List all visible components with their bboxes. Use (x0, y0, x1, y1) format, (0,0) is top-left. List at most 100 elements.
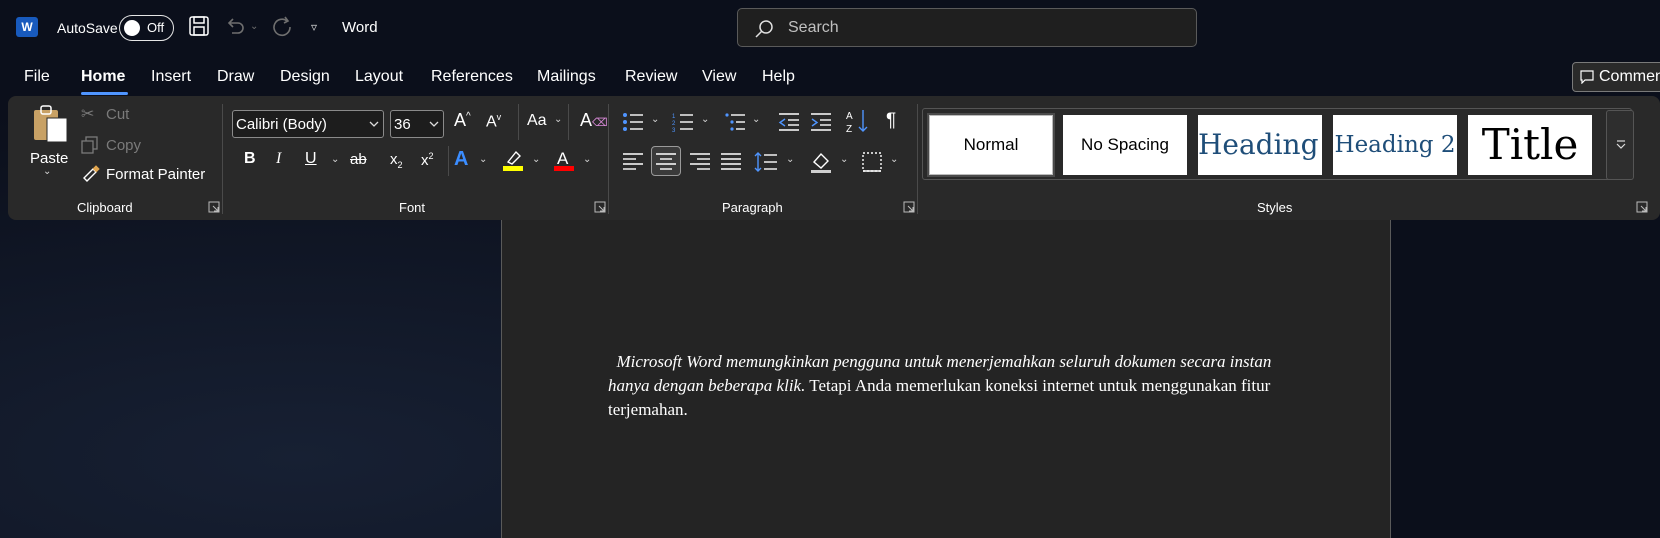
tab-home[interactable]: Home (81, 68, 125, 86)
show-formatting-marks-icon[interactable]: ¶ (886, 110, 896, 132)
svg-text:1: 1 (672, 114, 676, 120)
ribbon-tabs: File Home Insert Draw Design Layout Refe… (0, 62, 1570, 95)
underline-icon[interactable]: U (305, 150, 317, 168)
borders-icon[interactable] (862, 152, 882, 172)
superscript-icon[interactable]: x2 (421, 151, 434, 169)
sort-icon[interactable]: A Z (846, 108, 870, 134)
tab-review[interactable]: Review (625, 68, 677, 86)
change-case-dropdown-icon[interactable]: ⌄ (554, 114, 562, 125)
justify-icon[interactable] (720, 152, 742, 172)
tab-references[interactable]: References (431, 68, 513, 86)
text-effects-icon[interactable]: A (454, 148, 468, 171)
svg-text:Z: Z (846, 124, 852, 134)
strikethrough-icon[interactable]: ab (350, 151, 367, 168)
tab-file[interactable]: File (24, 68, 50, 86)
app-name: Word (342, 19, 378, 36)
autosave-state: Off (147, 20, 165, 35)
group-separator (608, 104, 609, 214)
comments-button[interactable]: Comments (1572, 62, 1660, 92)
font-size-select[interactable]: 36 (390, 110, 444, 138)
numbering-dropdown-icon[interactable]: ⌄ (701, 114, 709, 125)
format-painter-button[interactable]: Format Painter (106, 166, 205, 183)
group-separator (222, 104, 223, 214)
chevron-down-icon (369, 121, 379, 127)
paste-icon[interactable] (32, 104, 70, 144)
comments-label: Comments (1599, 68, 1660, 85)
divider (568, 104, 569, 140)
shrink-font-icon[interactable]: Av (486, 112, 501, 131)
align-center-button[interactable] (651, 146, 681, 176)
svg-text:A: A (846, 111, 853, 122)
decrease-indent-icon[interactable] (778, 112, 800, 132)
document-paragraph[interactable]: Microsoft Word memungkinkan pengguna unt… (608, 350, 1278, 422)
font-color-icon[interactable]: A (553, 148, 575, 172)
multilevel-list-icon[interactable] (724, 112, 746, 132)
multilevel-dropdown-icon[interactable]: ⌄ (752, 114, 760, 125)
copy-button[interactable]: Copy (106, 137, 141, 154)
tab-draw[interactable]: Draw (217, 68, 254, 86)
group-separator (917, 104, 918, 214)
tab-view[interactable]: View (702, 68, 736, 86)
grow-font-icon[interactable]: A^ (454, 110, 471, 131)
subscript-icon[interactable]: x2 (390, 151, 403, 170)
borders-dropdown-icon[interactable]: ⌄ (890, 154, 898, 165)
font-launcher-icon[interactable] (594, 201, 606, 213)
comment-icon (1580, 70, 1594, 84)
svg-text:A: A (557, 149, 569, 168)
search-input[interactable] (788, 17, 1168, 39)
chevron-down-icon (429, 121, 439, 127)
svg-text:3: 3 (672, 128, 676, 132)
paste-label[interactable]: Paste (30, 150, 68, 167)
search-box[interactable] (737, 8, 1197, 47)
clipboard-group-label: Clipboard (77, 200, 133, 215)
text-effects-dropdown-icon[interactable]: ⌄ (479, 154, 487, 165)
paste-dropdown-icon[interactable]: ⌄ (43, 166, 51, 177)
bullets-icon[interactable] (622, 112, 644, 132)
save-icon[interactable] (188, 15, 210, 37)
tab-design[interactable]: Design (280, 68, 330, 86)
bullets-dropdown-icon[interactable]: ⌄ (651, 114, 659, 125)
font-name-select[interactable]: Calibri (Body) (232, 110, 384, 138)
redo-icon[interactable] (272, 15, 294, 37)
font-size-value: 36 (394, 116, 411, 133)
shading-dropdown-icon[interactable]: ⌄ (840, 154, 848, 165)
underline-dropdown-icon[interactable]: ⌄ (331, 154, 339, 165)
svg-text:2: 2 (672, 121, 676, 127)
line-spacing-dropdown-icon[interactable]: ⌄ (786, 154, 794, 165)
autosave-label: AutoSave (57, 20, 118, 36)
highlight-dropdown-icon[interactable]: ⌄ (532, 154, 540, 165)
toggle-knob (124, 20, 140, 36)
word-logo-icon: W (16, 17, 38, 37)
clear-formatting-icon[interactable]: A⌫ (580, 110, 608, 131)
tab-help[interactable]: Help (762, 68, 795, 86)
document-page[interactable]: Microsoft Word memungkinkan pengguna unt… (501, 220, 1391, 538)
increase-indent-icon[interactable] (810, 112, 832, 132)
align-left-icon[interactable] (622, 152, 644, 172)
customize-toolbar-icon[interactable]: ▿ (311, 20, 317, 34)
title-bar: W AutoSave Off ⌄ ▿ Word (0, 0, 1660, 56)
undo-dropdown-icon[interactable]: ⌄ (250, 21, 258, 32)
highlight-icon[interactable] (502, 148, 524, 172)
paragraph-launcher-icon[interactable] (903, 201, 915, 213)
cut-button[interactable]: Cut (106, 106, 129, 123)
copy-icon (81, 136, 98, 154)
align-right-icon[interactable] (689, 152, 711, 172)
autosave-toggle[interactable]: Off (119, 15, 174, 41)
bold-icon[interactable]: B (244, 150, 256, 168)
italic-icon[interactable]: I (276, 150, 281, 168)
paragraph-group-label: Paragraph (722, 200, 783, 215)
undo-icon[interactable] (224, 15, 246, 37)
clipboard-launcher-icon[interactable] (208, 201, 220, 213)
line-spacing-icon[interactable] (754, 152, 778, 172)
tab-layout[interactable]: Layout (355, 68, 403, 86)
tab-mailings[interactable]: Mailings (537, 68, 596, 86)
shading-icon[interactable] (810, 150, 834, 174)
numbering-icon[interactable]: 1 2 3 (672, 112, 694, 132)
tab-insert[interactable]: Insert (151, 68, 191, 86)
search-icon (755, 20, 773, 38)
divider (448, 146, 449, 176)
font-color-dropdown-icon[interactable]: ⌄ (583, 154, 591, 165)
change-case-button[interactable]: Aa (527, 112, 547, 130)
format-painter-icon (83, 165, 100, 182)
font-group-label: Font (399, 200, 426, 215)
